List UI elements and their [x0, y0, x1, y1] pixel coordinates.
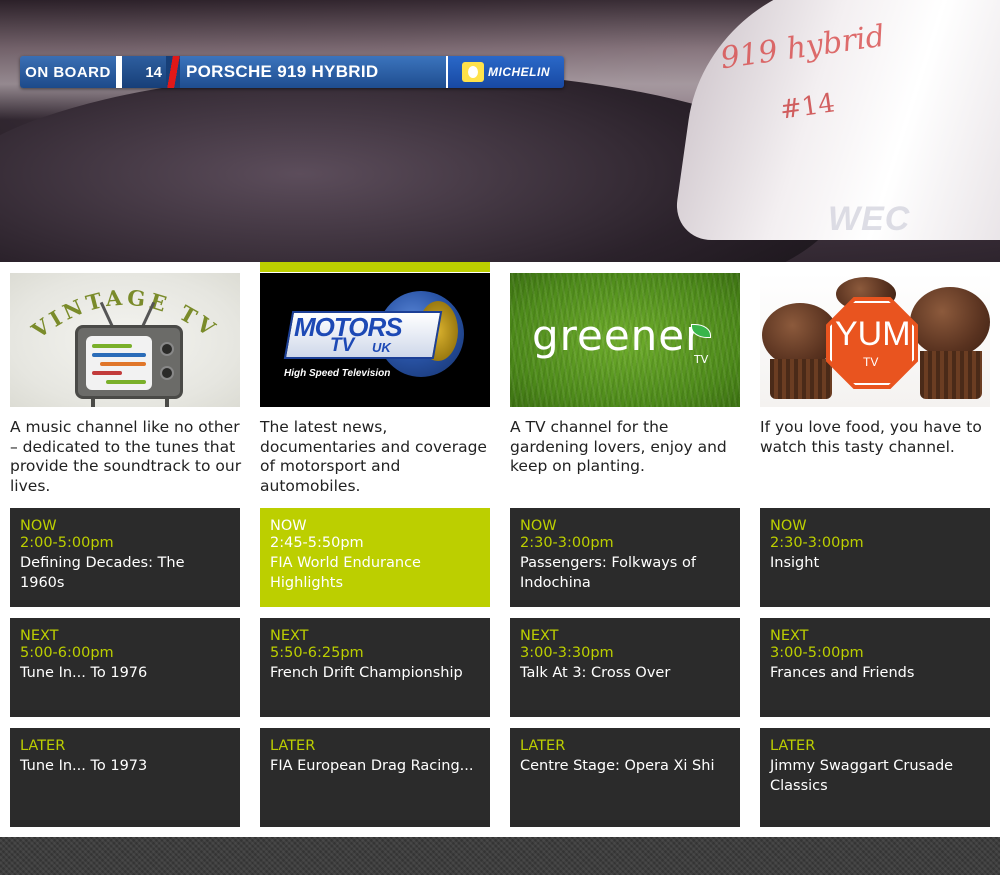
motors-logo-tagline: High Speed Television — [284, 368, 391, 379]
channel-greener-tv: greener TV A TV channel for the gardenin… — [510, 262, 740, 837]
motors-tv-logo: MOTORS TV UK High Speed Television — [260, 273, 490, 407]
slot-tag: NOW — [520, 518, 557, 534]
slot-time: 2:00-5:00pm — [20, 535, 114, 551]
slot-time: 3:00-5:00pm — [770, 645, 864, 661]
wec-logo: WEC — [828, 200, 911, 238]
tv-screen — [86, 336, 152, 390]
channel-grid: VINTAGE TV A music channel like no other… — [10, 262, 990, 837]
motors-logo-tv: TV — [330, 335, 355, 356]
slot-title: Insight — [770, 555, 820, 571]
schedule-next[interactable]: NEXT 3:00-3:30pm Talk At 3: Cross Over — [510, 618, 740, 717]
channel-logo-vintage-tv[interactable]: VINTAGE TV — [10, 273, 240, 407]
sponsor-badge: MICHELIN — [446, 56, 564, 88]
channel-logo-motors-tv[interactable]: MOTORS TV UK High Speed Television — [260, 273, 490, 407]
channel-logo-yum-tv[interactable]: YUM TV — [760, 273, 990, 407]
schedule-now[interactable]: NOW 2:30-3:00pm Insight — [760, 508, 990, 607]
sponsor-name: MICHELIN — [488, 65, 550, 79]
slot-tag: LATER — [270, 738, 316, 754]
footer-bar — [0, 837, 1000, 875]
schedule-later[interactable]: LATER Tune In... To 1973 — [10, 728, 240, 827]
slot-title: French Drift Championship — [270, 665, 463, 681]
schedule-now[interactable]: NOW 2:45-5:50pm FIA World Endurance High… — [260, 508, 490, 607]
cupcake-icon — [910, 287, 990, 357]
slot-time: 5:00-6:00pm — [20, 645, 114, 661]
slot-title: Passengers: Folkways of Indochina — [520, 555, 696, 591]
schedule-later[interactable]: LATER FIA European Drag Racing... — [260, 728, 490, 827]
yum-logo-tv: TV — [863, 355, 879, 369]
slot-title: Tune In... To 1976 — [20, 665, 148, 681]
onboard-label: ON BOARD — [20, 56, 116, 88]
car-flag-icon — [166, 56, 180, 88]
onboard-graphic: ON BOARD 14 PORSCHE 919 HYBRID MICHELIN — [20, 56, 564, 88]
video-player[interactable]: 919 hybrid #14 ON BOARD 14 PORSCHE 919 H… — [0, 0, 1000, 262]
slot-time: 2:30-3:00pm — [770, 535, 864, 551]
slot-title: FIA European Drag Racing... — [270, 758, 474, 774]
car-name: PORSCHE 919 HYBRID — [180, 56, 446, 88]
schedule-next[interactable]: NEXT 3:00-5:00pm Frances and Friends — [760, 618, 990, 717]
vintage-tv-logo: VINTAGE TV — [10, 273, 240, 407]
channel-vintage-tv: VINTAGE TV A music channel like no other… — [10, 262, 241, 837]
slot-tag: LATER — [770, 738, 816, 754]
greener-logo-main: greener — [532, 311, 704, 360]
channel-description: A TV channel for the gardening lovers, e… — [510, 418, 727, 475]
slot-title: Centre Stage: Opera Xi Shi — [520, 758, 715, 774]
slot-title: Frances and Friends — [770, 665, 915, 681]
slot-tag: NEXT — [520, 628, 559, 644]
cupcake-liner — [770, 359, 832, 399]
slot-tag: NEXT — [20, 628, 59, 644]
channel-description: If you love food, you have to watch this… — [760, 418, 982, 456]
car-number: 14 — [122, 56, 166, 88]
channel-description: A music channel like no other – dedicate… — [10, 418, 242, 495]
tv-knob-icon — [160, 342, 174, 356]
slot-tag: LATER — [520, 738, 566, 754]
schedule-next[interactable]: NEXT 5:50-6:25pm French Drift Championsh… — [260, 618, 490, 717]
slot-time: 3:00-3:30pm — [520, 645, 614, 661]
michelin-bibendum-icon — [462, 62, 484, 82]
motors-logo-region: UK — [372, 340, 391, 355]
schedule-now[interactable]: NOW 2:00-5:00pm Defining Decades: The 19… — [10, 508, 240, 607]
slot-title: FIA World Endurance Highlights — [270, 555, 421, 591]
slot-tag: NEXT — [770, 628, 809, 644]
slot-title: Defining Decades: The 1960s — [20, 555, 185, 591]
slot-title: Jimmy Swaggart Crusade Classics — [770, 758, 954, 794]
yum-tv-logo: YUM TV — [760, 273, 990, 407]
tv-knob-icon — [160, 366, 174, 380]
slot-tag: NOW — [20, 518, 57, 534]
channel-yum-tv: YUM TV If you love food, you have to wat… — [760, 262, 990, 837]
active-channel-indicator — [260, 262, 490, 272]
schedule-next[interactable]: NEXT 5:00-6:00pm Tune In... To 1976 — [10, 618, 240, 717]
schedule-now[interactable]: NOW 2:30-3:00pm Passengers: Folkways of … — [510, 508, 740, 607]
channel-description: The latest news, documentaries and cover… — [260, 418, 487, 495]
slot-tag: LATER — [20, 738, 66, 754]
slot-title: Tune In... To 1973 — [20, 758, 148, 774]
slot-time: 2:30-3:00pm — [520, 535, 614, 551]
slot-title: Talk At 3: Cross Over — [520, 665, 671, 681]
slot-tag: NEXT — [270, 628, 309, 644]
greener-tv-logo: greener TV — [510, 273, 740, 407]
cupcake-liner — [920, 351, 982, 399]
slot-time: 2:45-5:50pm — [270, 535, 364, 551]
yum-logo-main: YUM — [835, 315, 911, 353]
schedule-later[interactable]: LATER Centre Stage: Opera Xi Shi — [510, 728, 740, 827]
channel-motors-tv: MOTORS TV UK High Speed Television The l… — [260, 262, 490, 837]
schedule-later[interactable]: LATER Jimmy Swaggart Crusade Classics — [760, 728, 990, 827]
slot-tag: NOW — [770, 518, 807, 534]
slot-time: 5:50-6:25pm — [270, 645, 364, 661]
greener-logo-tv: TV — [694, 353, 709, 366]
slot-tag: NOW — [270, 518, 307, 534]
channel-logo-greener-tv[interactable]: greener TV — [510, 273, 740, 407]
tv-legs — [85, 399, 175, 407]
retro-tv-icon — [75, 325, 183, 399]
